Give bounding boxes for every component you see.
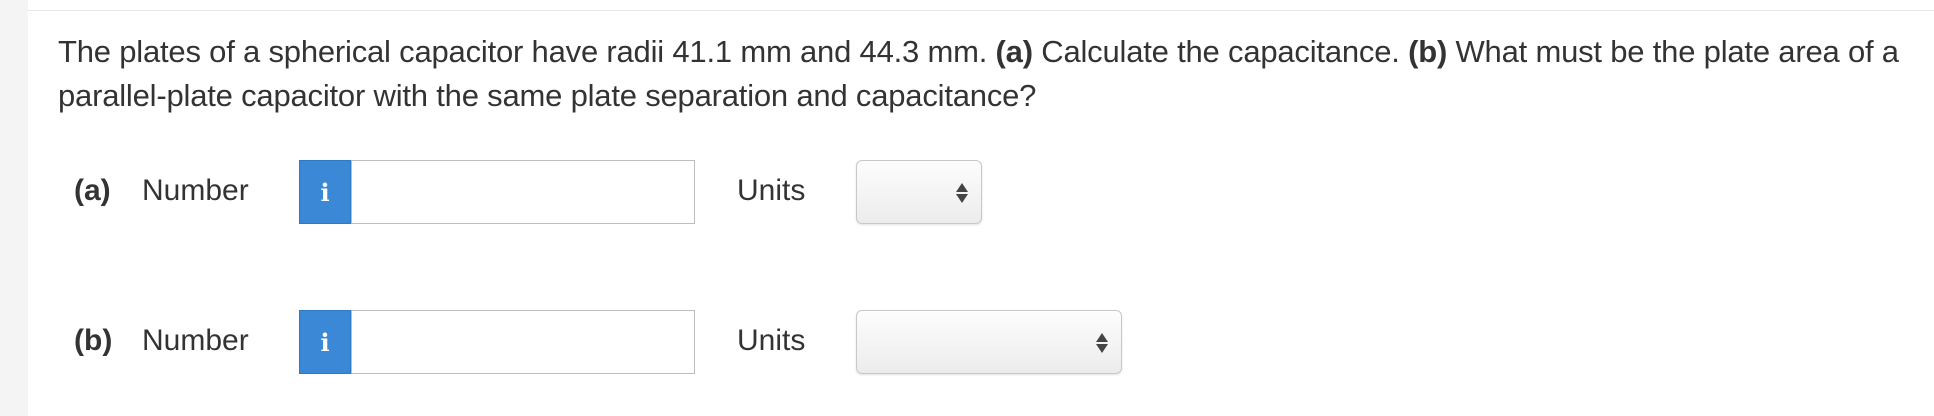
info-icon: i <box>320 177 330 207</box>
question-text-intro: The plates of a spherical capacitor have… <box>58 34 996 69</box>
info-icon: i <box>320 327 330 357</box>
select-arrows-icon <box>1095 330 1109 356</box>
question-text: The plates of a spherical capacitor have… <box>58 30 1918 118</box>
top-divider <box>28 10 1934 11</box>
select-arrows-icon <box>955 180 969 206</box>
question-part-b-marker: (b) <box>1408 34 1448 69</box>
number-input-b[interactable] <box>351 310 695 374</box>
info-button-b[interactable]: i <box>299 310 351 374</box>
answer-row-a: (a) Number i Units <box>0 160 1934 226</box>
units-label-a: Units <box>737 174 806 207</box>
info-button-a[interactable]: i <box>299 160 351 224</box>
part-label-b: (b) <box>74 324 113 357</box>
number-label-b: Number <box>142 324 249 357</box>
units-select-b[interactable] <box>856 310 1122 374</box>
units-select-a[interactable] <box>856 160 982 224</box>
answer-row-b: (b) Number i Units <box>0 310 1934 376</box>
number-input-a[interactable] <box>351 160 695 224</box>
question-part-a-marker: (a) <box>995 34 1033 69</box>
question-page: The plates of a spherical capacitor have… <box>0 0 1934 416</box>
number-label-a: Number <box>142 174 249 207</box>
units-label-b: Units <box>737 324 806 357</box>
part-label-a: (a) <box>74 174 111 207</box>
question-text-part-a: Calculate the capacitance. <box>1032 34 1409 69</box>
